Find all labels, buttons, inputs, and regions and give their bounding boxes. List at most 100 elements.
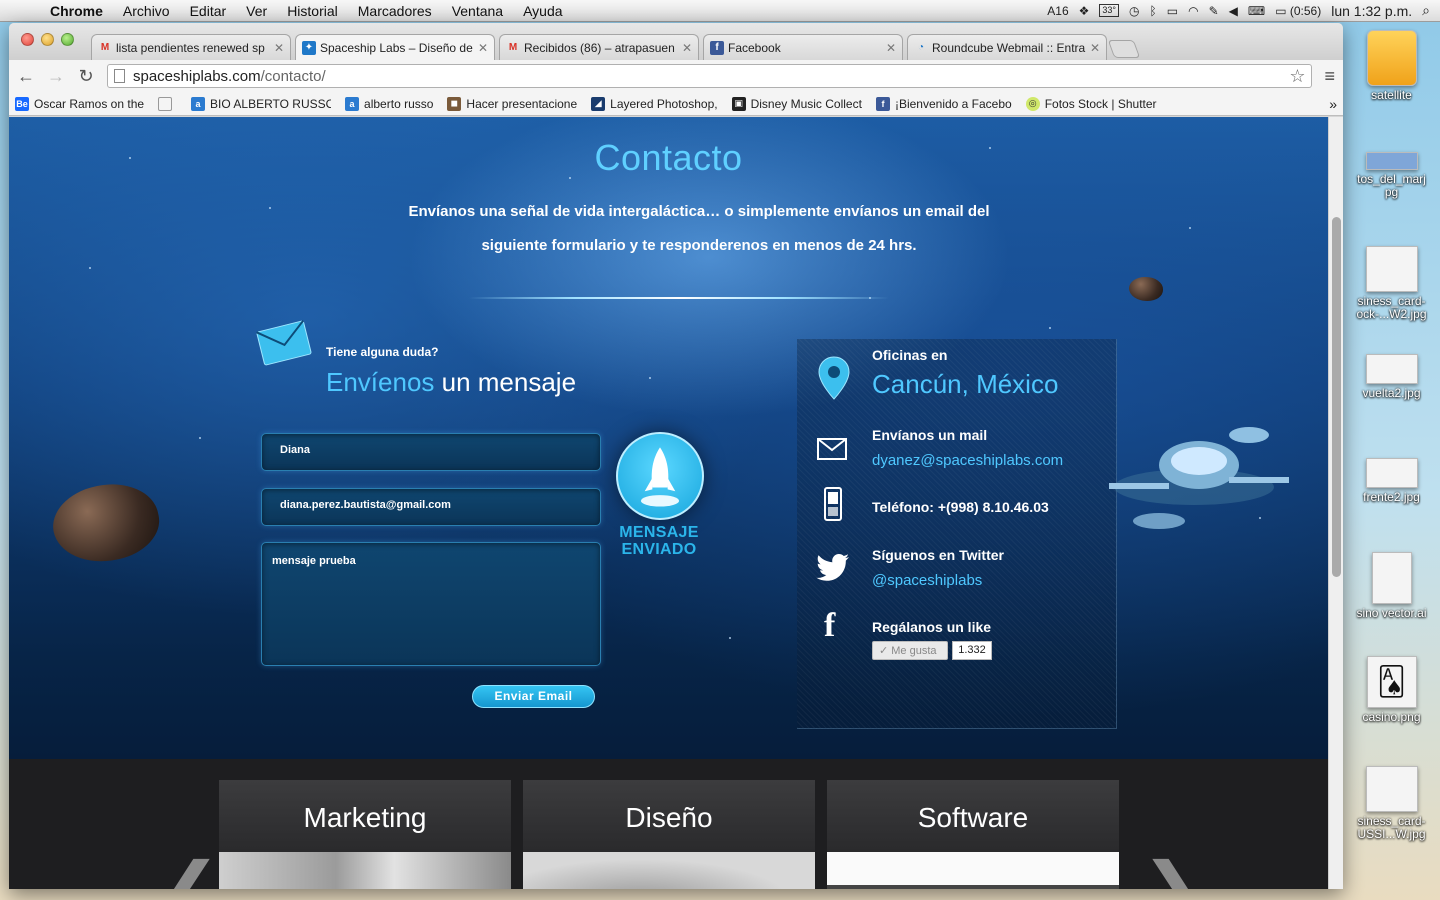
service-card-software[interactable]: Software [827, 780, 1119, 889]
carousel-next-arrow[interactable]: ❯ [1141, 847, 1203, 889]
close-tab-icon[interactable]: ✕ [886, 41, 896, 55]
desktop-item-image-5[interactable]: siness_card- USSI...W.jpg [1343, 766, 1440, 841]
desktop-item-image-2[interactable]: siness_card- ock-...W2.jpg [1343, 246, 1440, 321]
message-textarea[interactable]: mensaje prueba [261, 542, 601, 666]
service-thumbnail [523, 852, 815, 889]
battery-icon[interactable]: ▭ (0:56) [1275, 4, 1321, 18]
chrome-menu-icon[interactable]: ≡ [1324, 66, 1335, 87]
bookmarks-bar: Be Oscar Ramos on the a BIO ALBERTO RUSSO … [9, 92, 1343, 116]
close-tab-icon[interactable]: ✕ [682, 41, 692, 55]
close-tab-icon[interactable]: ✕ [478, 41, 488, 55]
tab-facebook[interactable]: f Facebook ✕ [703, 34, 903, 60]
page-scrollbar[interactable] [1328, 117, 1343, 889]
page-title: Contacto [594, 137, 743, 178]
back-arrow-icon[interactable]: ← [17, 66, 35, 87]
time-machine-icon[interactable]: ◷ [1129, 4, 1139, 18]
temperature-badge[interactable]: 33° [1099, 4, 1120, 17]
tab-gmail-recibidos[interactable]: M Recibidos (86) – atrapasuen ✕ [499, 34, 699, 60]
menu-archivo[interactable]: Archivo [113, 3, 180, 19]
service-thumbnail [219, 852, 511, 889]
desktop-item-image-1[interactable]: tos_del_marj pg [1343, 152, 1440, 199]
bookmark-item[interactable]: ◢ Layered Photoshop, [591, 96, 718, 111]
desktop-item-ai-file[interactable]: sino vector.ai [1343, 552, 1440, 620]
message-sent-label: MENSAJE ENVIADO [614, 524, 704, 558]
form-heading: Envíenos un mensaje [326, 367, 576, 398]
send-email-button[interactable]: Enviar Email [472, 685, 595, 708]
tab-gmail-pendientes[interactable]: M lista pendientes renewed sp ✕ [91, 34, 291, 60]
clock[interactable]: lun 1:32 p.m. [1331, 3, 1412, 19]
bookmark-label: Fotos Stock | Shutter [1044, 96, 1157, 111]
menu-ayuda[interactable]: Ayuda [513, 3, 572, 19]
name-input[interactable]: Diana [261, 433, 601, 471]
keyboard-icon[interactable]: ⌨ [1248, 4, 1265, 18]
scrollbar-thumb[interactable] [1332, 217, 1341, 577]
bookmark-item[interactable]: ◎ Fotos Stock | Shutter [1025, 96, 1157, 111]
facebook-like-button[interactable]: ✓ Me gusta [872, 641, 948, 660]
address-bar[interactable]: spaceshiplabs.com /contacto/ ☆ [107, 64, 1313, 88]
envelope-icon [256, 320, 312, 366]
cards-image-icon: 🂡 [1366, 656, 1417, 708]
close-window-button[interactable] [21, 33, 34, 46]
service-card-diseno[interactable]: Diseño [523, 780, 815, 889]
display-icon[interactable]: ▭ [1167, 4, 1178, 18]
menu-ver[interactable]: Ver [236, 3, 277, 19]
spotlight-search-icon[interactable]: ⌕ [1422, 2, 1430, 19]
facebook-like-count: 1.332 [952, 641, 992, 660]
desktop-item-label: vuelta2.jpg [1362, 386, 1421, 400]
image-file-icon [1365, 246, 1418, 292]
battery-time: (0:56) [1289, 3, 1322, 18]
bluetooth-icon[interactable]: ᛒ [1150, 4, 1157, 18]
bookmarks-overflow-icon[interactable]: » [1329, 96, 1337, 112]
image-file-icon [1365, 354, 1418, 384]
close-tab-icon[interactable]: ✕ [1090, 41, 1100, 55]
page-icon [158, 96, 173, 111]
page-icon [114, 69, 125, 83]
desktop-item-satellite[interactable]: satellite [1343, 30, 1440, 102]
bookmark-site-icon: a [191, 96, 206, 111]
bookmark-item[interactable]: Be Oscar Ramos on the [15, 96, 144, 111]
bookmark-item[interactable]: a BIO ALBERTO RUSSO [191, 96, 332, 111]
close-tab-icon[interactable]: ✕ [274, 41, 284, 55]
bookmark-item[interactable]: f ¡Bienvenido a Facebo [875, 96, 1012, 111]
dropbox-icon[interactable]: ❖ [1079, 4, 1090, 18]
menu-ventana[interactable]: Ventana [442, 3, 513, 19]
image-file-icon [1365, 458, 1418, 488]
twitter-link[interactable]: @spaceshiplabs [872, 572, 982, 589]
tab-spaceship-labs[interactable]: ✦ Spaceship Labs – Diseño de ✕ [295, 34, 495, 60]
message-sent-line1: MENSAJE [619, 524, 699, 541]
volume-icon[interactable]: ◀ [1229, 4, 1238, 18]
bookmark-item[interactable]: a alberto russo [345, 96, 433, 111]
menu-marcadores[interactable]: Marcadores [348, 3, 442, 19]
office-city: Cancún, México [872, 369, 1059, 399]
service-title: Diseño [523, 780, 815, 852]
bookmark-item[interactable] [158, 96, 177, 111]
forward-arrow-icon[interactable]: → [47, 66, 65, 87]
email-input[interactable]: diana.perez.bautista@gmail.com [261, 488, 601, 526]
service-card-marketing[interactable]: Marketing [219, 780, 511, 889]
pen-icon[interactable]: ✎ [1209, 4, 1219, 18]
bookmark-star-icon[interactable]: ☆ [1289, 66, 1305, 87]
adobe-tray-icon[interactable]: A16 [1047, 4, 1068, 18]
bookmark-item[interactable]: ▣ Disney Music Collect [731, 96, 862, 111]
facebook-icon: f [875, 96, 890, 111]
carousel-prev-arrow[interactable]: ❮ [159, 847, 221, 889]
new-tab-button[interactable] [1107, 40, 1141, 58]
desktop-item-image-4[interactable]: frente2.jpg [1343, 458, 1440, 504]
bookmark-item[interactable]: ◼ Hacer presentacione [447, 96, 577, 111]
desktop-item-image-3[interactable]: vuelta2.jpg [1343, 354, 1440, 400]
desktop-item-casino[interactable]: 🂡 casino.png [1343, 656, 1440, 724]
reload-icon[interactable]: ↻ [77, 66, 95, 87]
menu-historial[interactable]: Historial [277, 3, 348, 19]
service-thumbnail [827, 852, 1119, 889]
bookmark-label: BIO ALBERTO RUSSO [210, 96, 332, 111]
menu-editar[interactable]: Editar [180, 3, 237, 19]
menu-app-chrome[interactable]: Chrome [44, 3, 113, 19]
zoom-window-button[interactable] [61, 33, 74, 46]
minimize-window-button[interactable] [41, 33, 54, 46]
tab-title: Roundcube Webmail :: Entra [932, 40, 1086, 55]
mail-link[interactable]: dyanez@spaceshiplabs.com [872, 452, 1063, 469]
twitter-label: Síguenos en Twitter [872, 547, 1004, 563]
tab-roundcube[interactable]: ◔ Roundcube Webmail :: Entra ✕ [907, 34, 1107, 60]
wifi-icon[interactable]: ◠ [1188, 4, 1198, 18]
page-intro: Envíanos una señal de vida intergaláctic… [408, 203, 990, 254]
